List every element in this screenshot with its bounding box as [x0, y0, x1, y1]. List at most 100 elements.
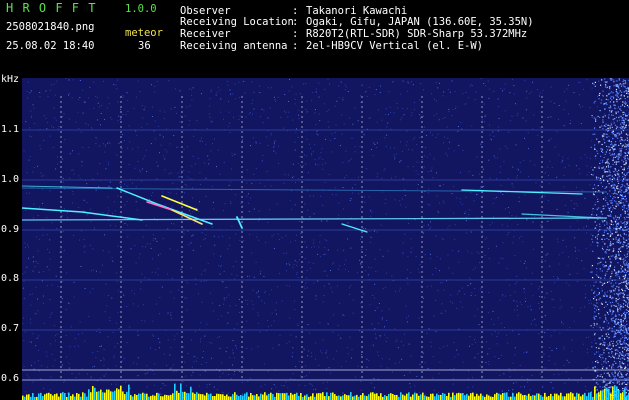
noise-speck — [349, 287, 350, 289]
noise-speck — [225, 351, 227, 353]
noise-speck — [613, 375, 615, 377]
noise-speck — [427, 171, 429, 173]
noise-speck — [238, 312, 240, 313]
noise-speck — [624, 143, 626, 145]
noise-speck — [116, 154, 118, 156]
noise-speck — [265, 242, 267, 244]
noise-speck — [194, 163, 196, 165]
noise-bar — [476, 393, 478, 400]
noise-speck — [523, 159, 525, 161]
noise-speck — [368, 266, 370, 268]
noise-speck — [464, 212, 466, 214]
noise-speck — [47, 95, 49, 97]
noise-speck — [518, 333, 520, 335]
noise-speck — [62, 231, 64, 233]
noise-speck — [225, 287, 227, 289]
noise-speck — [602, 176, 604, 179]
noise-speck — [549, 139, 551, 141]
noise-speck — [605, 230, 607, 232]
noise-speck — [155, 271, 156, 273]
noise-speck — [372, 155, 374, 157]
noise-speck — [309, 195, 311, 197]
noise-speck — [564, 205, 566, 206]
noise-speck — [607, 124, 609, 126]
noise-speck — [223, 271, 225, 272]
noise-speck — [627, 377, 629, 379]
noise-speck — [611, 178, 613, 180]
noise-speck — [127, 236, 129, 238]
noise-speck — [315, 298, 317, 300]
noise-speck — [610, 214, 612, 216]
noise-speck — [223, 162, 225, 163]
noise-speck — [427, 192, 429, 194]
noise-speck — [621, 281, 623, 284]
noise-speck — [30, 318, 31, 320]
noise-speck — [595, 155, 597, 157]
noise-speck — [406, 277, 408, 279]
noise-speck — [221, 315, 223, 317]
noise-bar — [330, 392, 332, 400]
noise-speck — [37, 263, 39, 264]
noise-speck — [577, 220, 578, 222]
noise-speck — [613, 366, 615, 368]
noise-speck — [520, 386, 522, 388]
noise-speck — [117, 119, 119, 121]
noise-speck — [171, 317, 172, 319]
noise-speck — [67, 302, 69, 304]
noise-speck — [535, 182, 537, 184]
noise-speck — [549, 265, 551, 267]
noise-speck — [115, 322, 117, 324]
noise-speck — [100, 271, 101, 273]
noise-speck — [623, 363, 625, 365]
noise-speck — [192, 234, 194, 236]
noise-speck — [351, 138, 353, 139]
noise-speck — [287, 101, 289, 102]
noise-speck — [623, 120, 625, 122]
noise-speck — [624, 118, 627, 120]
noise-speck — [567, 113, 569, 115]
noise-speck — [625, 223, 627, 225]
noise-speck — [447, 254, 449, 256]
noise-speck — [596, 196, 598, 198]
noise-bar — [236, 394, 238, 400]
noise-speck — [623, 331, 625, 333]
noise-speck — [488, 363, 490, 365]
noise-speck — [497, 130, 499, 132]
noise-speck — [450, 301, 452, 303]
noise-speck — [513, 85, 515, 87]
noise-speck — [351, 187, 353, 189]
noise-speck — [401, 198, 403, 200]
noise-speck — [319, 322, 321, 324]
noise-speck — [595, 347, 597, 349]
noise-speck — [326, 240, 328, 242]
noise-speck — [620, 292, 623, 294]
noise-speck — [42, 234, 44, 236]
noise-speck — [612, 118, 614, 120]
noise-bar — [142, 392, 144, 400]
noise-speck — [563, 365, 565, 367]
noise-speck — [593, 83, 595, 85]
noise-speck — [261, 108, 263, 110]
noise-bar — [242, 395, 244, 400]
noise-speck — [383, 169, 385, 171]
noise-speck — [618, 87, 620, 89]
noise-speck — [427, 367, 429, 369]
noise-speck — [334, 138, 336, 139]
noise-speck — [543, 353, 545, 355]
noise-speck — [620, 166, 622, 168]
noise-speck — [400, 204, 402, 206]
noise-bar — [110, 391, 112, 400]
noise-speck — [564, 382, 566, 384]
noise-speck — [177, 146, 179, 148]
noise-speck — [39, 96, 41, 98]
noise-speck — [145, 149, 147, 151]
noise-speck — [217, 87, 219, 89]
noise-speck — [386, 126, 388, 128]
noise-speck — [604, 168, 606, 170]
noise-speck — [619, 108, 621, 110]
noise-speck — [205, 362, 207, 363]
noise-speck — [228, 101, 229, 102]
noise-speck — [398, 290, 400, 292]
noise-speck — [93, 227, 95, 229]
noise-speck — [610, 79, 612, 81]
